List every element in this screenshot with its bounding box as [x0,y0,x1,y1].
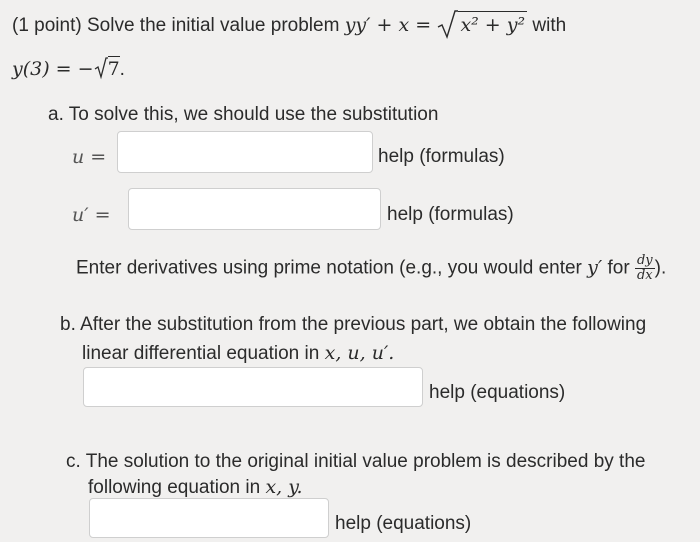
initial-condition: y(3) = − 7. [12,56,125,81]
part-b-line1: b. After the substitution from the previ… [60,314,647,335]
sqrt-symbol-icon [438,10,459,40]
dy-dx-fraction: dy dx [634,253,655,283]
uprime-label: u′ = [72,204,111,226]
part-b-equation-input[interactable] [83,367,423,407]
u-label: u = [72,146,107,168]
with-text: with [532,15,567,36]
sqrt-symbol-icon [94,57,108,80]
part-c-vars: x, y. [265,476,303,498]
part-c-line2: following equation in x, y. [88,476,303,499]
part-b-line2: linear differential equation in x, u, u′… [82,342,394,365]
equation-lhs: yy′ + x = [344,14,432,36]
part-a-prompt: a. To solve this, we should use the subs… [48,104,439,125]
part-c-equation-input[interactable] [89,498,329,538]
fraction-numerator: dy [634,253,655,269]
uprime-input[interactable] [128,188,381,230]
uprime-help-link[interactable]: help (formulas) [387,204,514,226]
part-b-help-link[interactable]: help (equations) [429,382,565,404]
part-b-vars: x, u, u′. [324,342,395,364]
derivative-note-for: for [607,257,630,279]
problem-statement: (1 point) Solve the initial value proble… [12,9,566,41]
derivative-note-yprime: y′ [587,256,603,279]
initial-condition-lhs: y(3) = − [12,58,94,80]
part-b-line2-text: linear differential equation in [82,343,320,364]
u-help-link[interactable]: help (formulas) [378,146,505,168]
sqrt-expression: x² + y² [436,9,528,41]
fraction-denominator: dx [636,268,653,283]
problem-intro: (1 point) Solve the initial value proble… [12,15,340,36]
derivative-note-text: Enter derivatives using prime notation (… [76,257,582,279]
sqrt-radicand: x² + y² [458,11,528,36]
part-c-line1: c. The solution to the original initial … [66,451,646,472]
part-c-line2-text: following equation in [88,477,261,498]
initial-condition-radicand: 7 [107,56,120,80]
initial-condition-period: . [119,59,125,80]
part-c-help-link[interactable]: help (equations) [335,513,471,535]
derivative-note-end: ). [654,257,667,279]
derivative-note: Enter derivatives using prime notation (… [76,254,666,283]
u-input[interactable] [117,131,373,173]
